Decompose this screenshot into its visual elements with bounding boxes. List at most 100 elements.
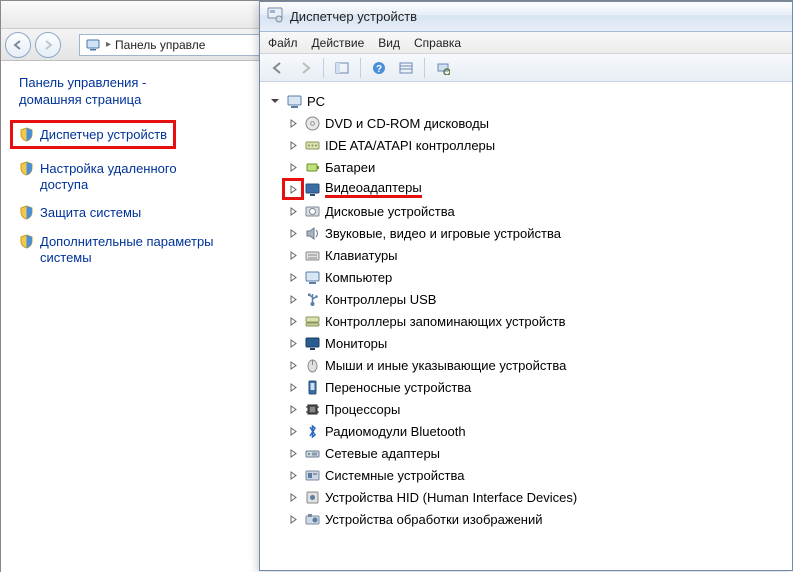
tree-node-category[interactable]: Дисковые устройства <box>262 200 788 222</box>
tree-node-category[interactable]: IDE ATA/ATAPI контроллеры <box>262 134 788 156</box>
tree-node-category[interactable]: Радиомодули Bluetooth <box>262 420 788 442</box>
menu-file[interactable]: Файл <box>268 36 298 50</box>
system-icon <box>304 467 321 484</box>
toolbar-scan-button[interactable] <box>431 57 455 79</box>
dm-menubar: Файл Действие Вид Справка <box>260 32 792 54</box>
tree-node-label: Дисковые устройства <box>325 204 455 219</box>
tree-node-label: Мыши и иные указывающие устройства <box>325 358 566 373</box>
toolbar-back-button[interactable] <box>266 57 290 79</box>
tree-node-category[interactable]: DVD и CD-ROM дисководы <box>262 112 788 134</box>
expand-icon[interactable] <box>286 336 300 350</box>
nav-back-button[interactable] <box>5 32 31 58</box>
dm-titlebar[interactable]: Диспетчер устройств <box>260 2 792 32</box>
shield-icon <box>19 234 34 249</box>
cp-sidebar: Панель управления - домашняя страница Ди… <box>1 61 251 572</box>
tree-node-label: Контроллеры USB <box>325 292 436 307</box>
tree-node-category[interactable]: Клавиатуры <box>262 244 788 266</box>
tree-node-category[interactable]: Мониторы <box>262 332 788 354</box>
tree-node-label: Процессоры <box>325 402 400 417</box>
imaging-icon <box>304 511 321 528</box>
mouse-icon <box>304 357 321 374</box>
toolbar-help-button[interactable]: ? <box>367 57 391 79</box>
menu-help[interactable]: Справка <box>414 36 461 50</box>
tree-node-category[interactable]: Компьютер <box>262 266 788 288</box>
expand-icon[interactable] <box>282 178 304 200</box>
tree-node-label: Контроллеры запоминающих устройств <box>325 314 565 329</box>
tree-node-category[interactable]: Мыши и иные указывающие устройства <box>262 354 788 376</box>
shield-icon <box>19 205 34 220</box>
toolbar-show-hide-button[interactable] <box>330 57 354 79</box>
tree-node-label: Устройства обработки изображений <box>325 512 543 527</box>
tree-node-category[interactable]: Сетевые адаптеры <box>262 442 788 464</box>
tree-node-category[interactable]: Переносные устройства <box>262 376 788 398</box>
expand-icon[interactable] <box>286 424 300 438</box>
expand-icon[interactable] <box>286 138 300 152</box>
shield-icon <box>19 127 34 142</box>
keyboard-icon <box>304 247 321 264</box>
expand-icon[interactable] <box>286 226 300 240</box>
expand-icon[interactable] <box>286 160 300 174</box>
expand-icon[interactable] <box>286 446 300 460</box>
svg-text:?: ? <box>376 64 382 75</box>
expand-icon[interactable] <box>286 270 300 284</box>
expand-icon[interactable] <box>286 204 300 218</box>
device-manager-icon <box>266 6 284 27</box>
tree-node-label: Радиомодули Bluetooth <box>325 424 466 439</box>
toolbar-forward-button[interactable] <box>293 57 317 79</box>
tree-node-category[interactable]: Контроллеры запоминающих устройств <box>262 310 788 332</box>
battery-icon <box>304 159 321 176</box>
expand-icon[interactable] <box>286 380 300 394</box>
tree-node-label: DVD и CD-ROM дисководы <box>325 116 489 131</box>
tree-node-category[interactable]: Устройства HID (Human Interface Devices) <box>262 486 788 508</box>
tree-node-label: Устройства HID (Human Interface Devices) <box>325 490 577 505</box>
expand-icon[interactable] <box>286 358 300 372</box>
menu-action[interactable]: Действие <box>312 36 365 50</box>
expand-icon[interactable] <box>286 402 300 416</box>
hdd-icon <box>304 203 321 220</box>
sidebar-link-system-protection[interactable]: Защита системы <box>19 205 243 221</box>
tree-node-category[interactable]: Звуковые, видео и игровые устройства <box>262 222 788 244</box>
computer-icon <box>84 36 102 54</box>
expand-icon[interactable] <box>286 490 300 504</box>
shield-icon <box>19 161 34 176</box>
tree-node-category[interactable]: Контроллеры USB <box>262 288 788 310</box>
computer-icon <box>286 93 303 110</box>
tree-node-label: Сетевые адаптеры <box>325 446 440 461</box>
ide-icon <box>304 137 321 154</box>
collapse-icon[interactable] <box>268 94 282 108</box>
expand-icon[interactable] <box>286 116 300 130</box>
menu-view[interactable]: Вид <box>378 36 400 50</box>
tree-node-label: Переносные устройства <box>325 380 471 395</box>
tree-node-root[interactable]: PC <box>262 90 788 112</box>
tree-node-label: Звуковые, видео и игровые устройства <box>325 226 561 241</box>
tree-node-label: Клавиатуры <box>325 248 398 263</box>
sidebar-label: Диспетчер устройств <box>40 127 167 142</box>
tree-node-category[interactable]: Видеоадаптеры <box>262 178 788 200</box>
expand-icon[interactable] <box>286 292 300 306</box>
cp-home-link[interactable]: Панель управления - домашняя страница <box>19 75 243 109</box>
hid-icon <box>304 489 321 506</box>
expand-icon[interactable] <box>286 512 300 526</box>
expand-icon[interactable] <box>286 468 300 482</box>
sidebar-label: Настройка удаленногодоступа <box>40 161 177 194</box>
tree-node-category[interactable]: Устройства обработки изображений <box>262 508 788 530</box>
expand-icon[interactable] <box>286 248 300 262</box>
breadcrumb-label: Панель управле <box>115 38 205 52</box>
tree-node-category[interactable]: Батареи <box>262 156 788 178</box>
toolbar-properties-button[interactable] <box>394 57 418 79</box>
tree-node-category[interactable]: Процессоры <box>262 398 788 420</box>
sidebar-link-advanced-settings[interactable]: Дополнительные параметрысистемы <box>19 234 243 267</box>
expand-icon[interactable] <box>286 314 300 328</box>
display-icon <box>304 181 321 198</box>
window-title: Диспетчер устройств <box>290 9 417 24</box>
device-tree[interactable]: PC DVD и CD-ROM дисководы IDE ATA/ATAPI к… <box>260 82 792 570</box>
disc-icon <box>304 115 321 132</box>
tree-node-category[interactable]: Системные устройства <box>262 464 788 486</box>
sidebar-link-device-manager[interactable]: Диспетчер устройств <box>10 120 176 149</box>
nav-forward-button[interactable] <box>35 32 61 58</box>
tree-node-label: Батареи <box>325 160 375 175</box>
tree-node-label: Видеоадаптеры <box>325 180 422 198</box>
sidebar-link-remote-settings[interactable]: Настройка удаленногодоступа <box>19 161 243 194</box>
sidebar-label: Дополнительные параметрысистемы <box>40 234 214 267</box>
tree-node-label: Мониторы <box>325 336 387 351</box>
